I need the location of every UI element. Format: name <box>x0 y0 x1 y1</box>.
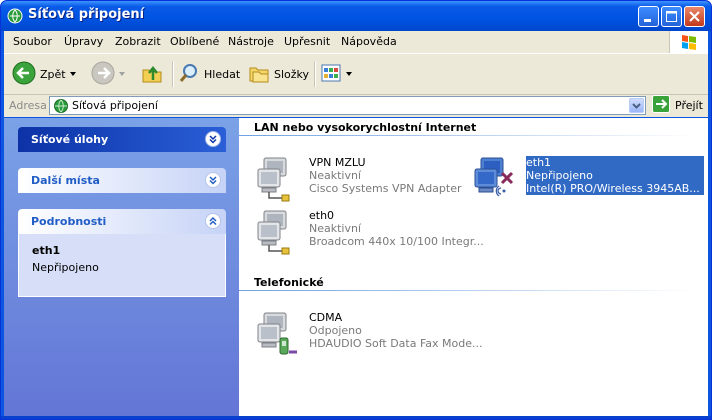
network-connection-icon <box>254 155 302 203</box>
details-header[interactable]: Podrobnosti <box>18 209 226 234</box>
menu-upresnit[interactable]: Upřesnit <box>284 35 330 48</box>
group-divider <box>239 135 699 136</box>
folders-label: Složky <box>274 67 310 81</box>
back-label: Zpět <box>40 67 66 81</box>
maximize-button[interactable] <box>661 6 682 27</box>
connection-status: Odpojeno <box>309 324 362 337</box>
window-bottom-border <box>1 416 711 419</box>
forward-arrow-icon <box>91 61 115 88</box>
chevron-up-icon[interactable] <box>205 213 221 229</box>
connection-device: HDAUDIO Soft Data Fax Mode... <box>309 337 483 350</box>
minimize-button[interactable] <box>638 6 659 27</box>
chevron-down-icon[interactable] <box>346 72 352 76</box>
search-button[interactable]: Hledat <box>178 60 240 88</box>
menu-bar: Soubor Úpravy Zobrazit Oblíbené Nástroje… <box>4 31 708 54</box>
connection-device: Cisco Systems VPN Adapter <box>309 182 462 195</box>
details-body: eth1 Nepřipojeno <box>18 234 226 297</box>
connection-device: Intel(R) PRO/Wireless 3945AB... <box>526 182 700 195</box>
other-places-panel: Další místa <box>18 168 226 193</box>
wireless-connection-icon <box>471 155 519 203</box>
address-dropdown-button[interactable] <box>629 98 644 113</box>
connection-status: Neaktivní <box>309 169 362 182</box>
menu-oblibene[interactable]: Oblíbené <box>170 35 219 48</box>
explorer-window: Síťová připojení Soubor Úpravy Zobrazit … <box>0 0 712 420</box>
address-bar: Adresa Síťová připojení Přejít <box>4 95 708 117</box>
forward-button[interactable] <box>91 60 125 88</box>
chevron-down-icon[interactable] <box>205 172 221 188</box>
connection-name: eth1 <box>526 156 552 169</box>
connection-name: VPN MZLU <box>309 156 366 169</box>
connection-name: CDMA <box>309 311 343 324</box>
network-tasks-header[interactable]: Síťové úlohy <box>18 127 226 152</box>
toolbar: Zpět Hledat Složky <box>4 54 708 95</box>
search-label: Hledat <box>204 67 241 81</box>
up-folder-icon <box>140 61 164 88</box>
address-label: Adresa <box>9 99 47 112</box>
network-connections-icon <box>53 98 69 117</box>
search-icon <box>178 62 200 87</box>
views-icon <box>320 62 342 87</box>
address-input[interactable]: Síťová připojení <box>49 96 646 115</box>
details-title: Podrobnosti <box>31 215 107 228</box>
connection-status: Neaktivní <box>309 222 362 235</box>
folders-icon <box>248 62 270 87</box>
chevron-down-icon[interactable] <box>205 131 221 147</box>
other-places-title: Další místa <box>31 174 100 187</box>
details-connection-status: Nepřipojeno <box>32 261 99 274</box>
other-places-header[interactable]: Další místa <box>18 168 226 193</box>
title-bar[interactable]: Síťová připojení <box>1 1 711 31</box>
connection-item-eth0[interactable]: eth0 Neaktivní Broadcom 440x 10/100 Inte… <box>254 208 484 256</box>
group-header-dialup: Telefonické <box>254 276 324 289</box>
network-tasks-panel: Síťové úlohy <box>18 127 226 152</box>
windows-logo-icon <box>669 31 708 53</box>
folders-button[interactable]: Složky <box>248 60 309 88</box>
go-label: Přejít <box>675 99 703 112</box>
menu-napoveda[interactable]: Nápověda <box>341 35 397 48</box>
chevron-down-icon[interactable] <box>69 72 76 76</box>
window-title: Síťová připojení <box>28 7 145 22</box>
menu-nastroje[interactable]: Nástroje <box>228 35 274 48</box>
dialup-connection-icon <box>254 310 302 358</box>
task-pane: Síťové úlohy Další místa Podrobnosti eth… <box>4 118 239 418</box>
go-button[interactable]: Přejít <box>652 95 703 116</box>
close-button[interactable] <box>684 6 705 27</box>
connection-item-cdma[interactable]: CDMA Odpojeno HDAUDIO Soft Data Fax Mode… <box>254 310 482 358</box>
connection-name: eth0 <box>309 209 335 222</box>
menu-upravy[interactable]: Úpravy <box>64 35 103 48</box>
network-tasks-title: Síťové úlohy <box>31 133 109 146</box>
group-divider <box>239 290 699 291</box>
network-connections-icon <box>7 8 23 24</box>
connection-item-vpn-mzlu[interactable]: VPN MZLU Neaktivní Cisco Systems VPN Ada… <box>254 155 464 203</box>
toolbar-separator <box>314 61 316 87</box>
connection-device: Broadcom 440x 10/100 Integr... <box>309 235 484 248</box>
address-value: Síťová připojení <box>72 99 158 112</box>
network-connection-icon <box>254 208 302 256</box>
toolbar-separator <box>172 61 174 87</box>
group-header-lan: LAN nebo vysokorychlostní Internet <box>254 121 477 134</box>
back-button[interactable]: Zpět <box>12 60 76 88</box>
menu-soubor[interactable]: Soubor <box>13 35 52 48</box>
go-arrow-icon <box>652 95 670 116</box>
up-folder-button[interactable] <box>140 60 164 88</box>
details-connection-name: eth1 <box>32 244 61 257</box>
connection-item-eth1[interactable]: eth1 Nepřipojeno Intel(R) PRO/Wireless 3… <box>471 155 704 203</box>
chevron-down-icon[interactable] <box>119 72 125 76</box>
details-panel: Podrobnosti eth1 Nepřipojeno <box>18 209 226 297</box>
menu-zobrazit[interactable]: Zobrazit <box>115 35 161 48</box>
connection-status: Nepřipojeno <box>526 169 593 182</box>
connections-list: LAN nebo vysokorychlostní Internet VPN M… <box>239 118 708 418</box>
views-button[interactable] <box>320 60 352 88</box>
back-arrow-icon <box>12 61 36 88</box>
